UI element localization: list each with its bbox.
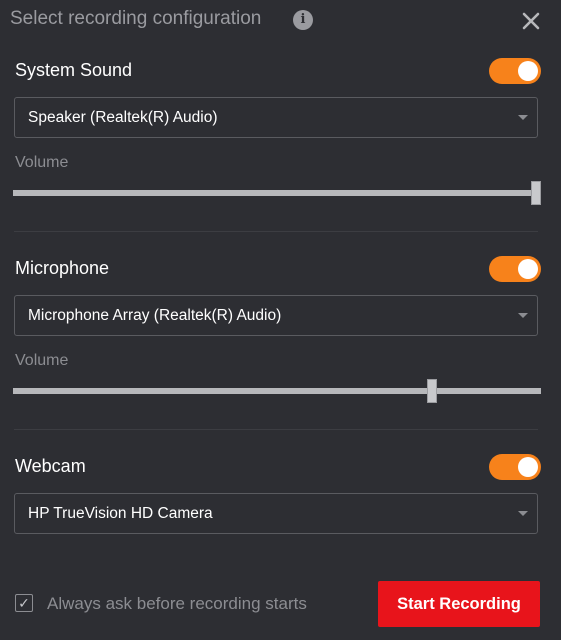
panel-title: Select recording configuration — [10, 8, 262, 29]
toggle-knob — [518, 259, 538, 279]
section-divider — [14, 231, 538, 232]
webcam-device-select[interactable]: HP TrueVision HD Camera — [14, 493, 538, 534]
system-sound-label: System Sound — [15, 60, 133, 80]
slider-track — [13, 388, 541, 394]
webcam-toggle[interactable] — [489, 454, 541, 480]
toggle-knob — [518, 457, 538, 477]
chevron-down-icon — [518, 313, 528, 318]
microphone-label: Microphone — [15, 258, 110, 278]
selected-device: HP TrueVision HD Camera — [28, 505, 213, 522]
selected-device: Speaker (Realtek(R) Audio) — [28, 109, 218, 126]
microphone-volume-label: Volume — [15, 352, 69, 369]
always-ask-checkbox[interactable]: ✓ — [15, 594, 33, 612]
system-sound-volume-label: Volume — [15, 154, 69, 171]
selected-device: Microphone Array (Realtek(R) Audio) — [28, 307, 282, 324]
chevron-down-icon — [518, 115, 528, 120]
system-sound-device-select[interactable]: Speaker (Realtek(R) Audio) — [14, 97, 538, 138]
microphone-toggle[interactable] — [489, 256, 541, 282]
microphone-device-select[interactable]: Microphone Array (Realtek(R) Audio) — [14, 295, 538, 336]
system-sound-volume-slider[interactable] — [13, 181, 541, 205]
slider-track — [13, 190, 541, 196]
section-divider — [14, 429, 538, 430]
system-sound-toggle[interactable] — [489, 58, 541, 84]
always-ask-label: Always ask before recording starts — [47, 594, 307, 613]
start-recording-button[interactable]: Start Recording — [378, 581, 540, 627]
info-icon[interactable]: i — [293, 10, 313, 30]
slider-thumb[interactable] — [531, 181, 541, 205]
toggle-knob — [518, 61, 538, 81]
microphone-volume-slider[interactable] — [13, 379, 541, 403]
webcam-label: Webcam — [15, 456, 86, 476]
close-icon[interactable] — [520, 10, 542, 32]
slider-thumb[interactable] — [427, 379, 437, 403]
recording-config-panel: Select recording configuration i System … — [0, 0, 561, 640]
chevron-down-icon — [518, 511, 528, 516]
